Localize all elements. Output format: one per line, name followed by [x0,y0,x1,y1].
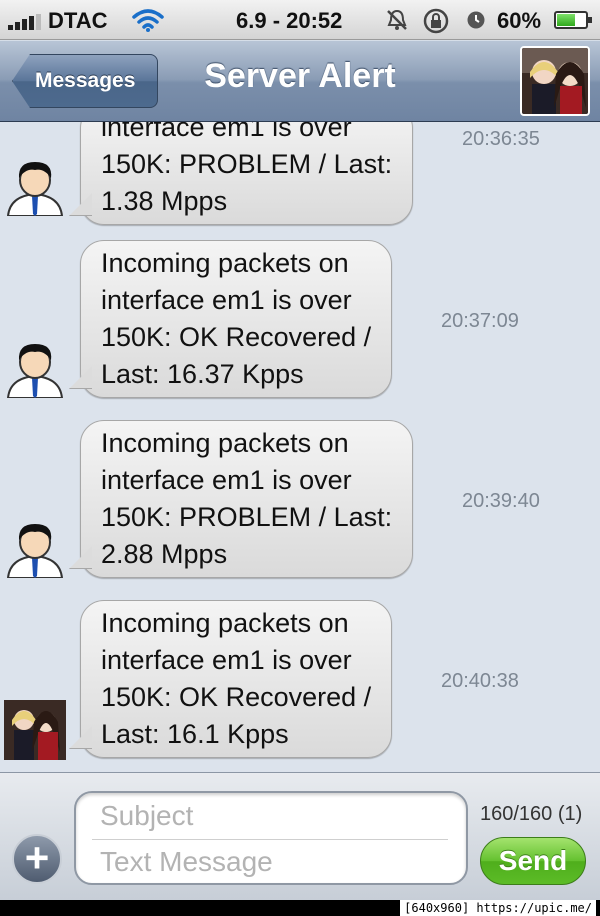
compose-bar: + Subject Text Message 160/160 (1) Send [0,772,600,900]
operator-avatar-icon [6,524,64,578]
field-divider [92,839,448,840]
back-button[interactable]: Messages [12,54,158,108]
status-bar: DTAC 6.9 - 20:52 60% [0,0,600,40]
message-line: Last: 16.1 Kpps [101,719,289,749]
message-line: 150K: PROBLEM / Last: [101,149,393,179]
message-line: Incoming packets on [101,608,349,638]
image-footer: [640x960] https://upic.me/ [0,900,600,916]
message-timestamp: 20:36:35 [462,128,540,150]
signal-bars-icon [8,14,42,30]
plus-icon[interactable]: + [12,834,62,884]
message-line: interface em1 is over [101,465,352,495]
message-line: 150K: OK Recovered / [101,682,372,712]
contact-photo[interactable] [520,46,590,116]
text-message-field[interactable]: Text Message [100,846,273,878]
orientation-lock-icon [423,8,449,34]
message-timestamp: 20:40:38 [441,670,519,692]
send-button[interactable]: Send [480,837,586,885]
page-title: Server Alert [204,57,396,95]
message-thread[interactable]: interface em1 is over 150K: PROBLEM / La… [0,122,600,772]
message-line: 150K: PROBLEM / Last: [101,502,393,532]
message-line: interface em1 is over [101,285,352,315]
message-bubble[interactable]: Incoming packets on interface em1 is ove… [80,420,414,578]
message-timestamp: 20:39:40 [462,490,540,512]
character-counter: 160/160 (1) [480,803,583,825]
status-time: 6.9 - 20:52 [236,8,343,33]
mute-icon [387,9,407,30]
battery-percentage: 60% [497,8,542,33]
message-line: Last: 16.37 Kpps [101,359,304,389]
operator-avatar-icon [6,162,64,216]
message-line: interface em1 is over [101,645,352,675]
watermark: [640x960] https://upic.me/ [400,900,596,916]
message-line: Incoming packets on [101,428,349,458]
message-line: interface em1 is over [101,122,352,142]
alarm-icon [467,11,485,29]
wifi-icon [132,9,164,32]
message-timestamp: 20:37:09 [441,310,519,332]
message-line: 150K: OK Recovered / [101,322,372,352]
operator-avatar-icon [6,344,64,398]
carrier-name: DTAC [48,8,108,33]
message-line: 2.88 Mpps [101,539,228,569]
message-bubble[interactable]: Incoming packets on interface em1 is ove… [80,240,393,398]
subject-field[interactable]: Subject [100,800,193,832]
message-bubble[interactable]: Incoming packets on interface em1 is ove… [80,600,393,758]
message-line: Incoming packets on [101,248,349,278]
navigation-bar: Messages Server Alert [0,40,600,122]
battery-icon [554,11,592,29]
message-line: 1.38 Mpps [101,186,228,216]
dolls-photo-avatar [4,700,66,760]
message-bubble[interactable]: interface em1 is over 150K: PROBLEM / La… [80,122,414,225]
message-fields: Subject Text Message [74,791,468,885]
